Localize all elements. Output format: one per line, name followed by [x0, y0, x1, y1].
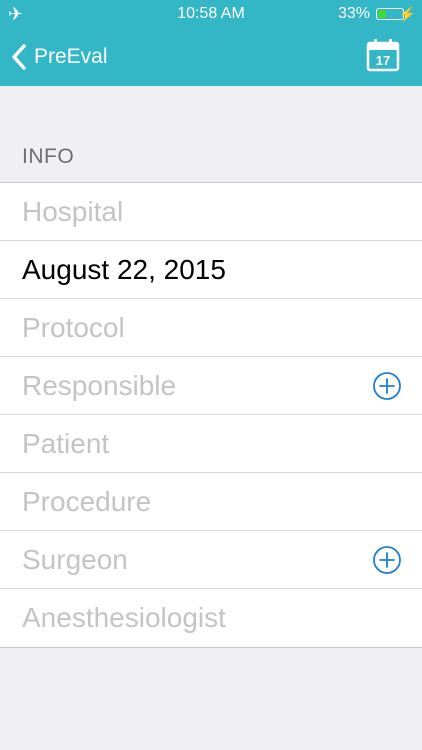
list-item-label: Responsible — [22, 370, 177, 401]
calendar-day: 17 — [376, 53, 390, 68]
status-bar: ✈ 10:58 AM 33% ⚡ — [0, 0, 422, 28]
list-item[interactable]: Surgeon — [0, 531, 422, 589]
list-item[interactable]: Anesthesiologist — [0, 589, 422, 647]
back-button[interactable]: PreEval — [10, 40, 108, 74]
list-item-label: August 22, 2015 — [22, 254, 226, 285]
info-list: Hospital August 22, 2015 Protocol Responsib… — [0, 182, 422, 648]
list-item[interactable]: Procedure — [0, 473, 422, 531]
bolt-icon: ⚡ — [398, 6, 416, 22]
battery-fill — [378, 10, 386, 18]
battery-percent: 33% — [337, 5, 370, 22]
top-bar: ✈ 10:58 AM 33% ⚡ PreEval 17 — [0, 0, 422, 86]
list-item-label: Protocol — [22, 312, 125, 343]
plus-circle-icon[interactable] — [372, 545, 402, 575]
list-item-label: Patient — [22, 428, 110, 459]
plus-circle-icon[interactable] — [372, 371, 402, 401]
list-item-label: Anesthesiologist — [22, 602, 226, 633]
list-item[interactable]: August 22, 2015 — [0, 241, 422, 299]
navigation-bar: PreEval 17 — [0, 28, 422, 86]
list-item[interactable]: Protocol — [0, 299, 422, 357]
list-item[interactable]: Patient — [0, 415, 422, 473]
calendar-icon[interactable]: 17 — [366, 38, 400, 72]
list-item[interactable]: Responsible — [0, 357, 422, 415]
section-header: INFO — [22, 145, 75, 168]
list-item[interactable]: Hospital — [0, 183, 422, 241]
list-item-label: Procedure — [22, 486, 152, 517]
back-button-label: PreEval — [34, 45, 108, 68]
list-item-label: Hospital — [22, 196, 124, 227]
list-item-label: Surgeon — [22, 544, 128, 575]
chevron-left-icon — [12, 44, 26, 70]
